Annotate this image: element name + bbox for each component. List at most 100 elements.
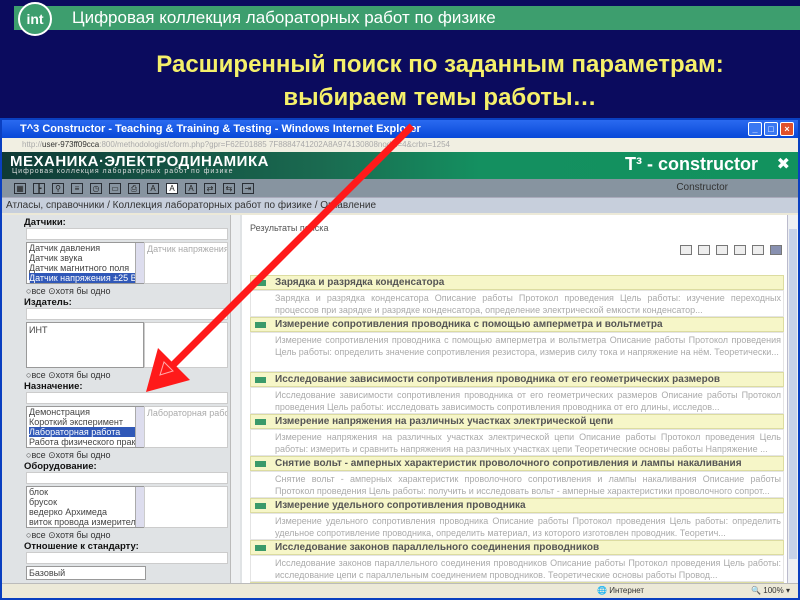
- sensors-list[interactable]: Датчик давления Датчик звука Датчик магнит…: [26, 242, 146, 284]
- list-item[interactable]: Демонстрация: [29, 407, 145, 417]
- radio-all[interactable]: все: [31, 286, 45, 296]
- equipment-match-radio[interactable]: ○все ⊙хотя бы одно: [26, 530, 111, 540]
- result-title[interactable]: Измерение удельного сопротивления провод…: [250, 498, 784, 513]
- result-title-text[interactable]: Исследование зависимости сопротивления п…: [275, 374, 720, 385]
- result-description: Измерение сопротивления проводника с пом…: [250, 332, 784, 372]
- scrollbar-thumb[interactable]: [789, 229, 797, 559]
- radio-any[interactable]: хотя бы одно: [56, 450, 111, 460]
- right-scrollbar[interactable]: [787, 215, 798, 583]
- list-view-icon[interactable]: [716, 245, 728, 255]
- list-item-selected[interactable]: Лабораторная работа: [29, 427, 145, 437]
- address-bar[interactable]: http://user-973ff09cca:800/methodologist…: [2, 138, 798, 152]
- equipment-label: Оборудование:: [24, 461, 97, 472]
- publisher-list[interactable]: ИНТ: [26, 322, 144, 368]
- list-item[interactable]: ведерко Архимеда: [29, 507, 145, 517]
- list-icon[interactable]: ≡: [71, 182, 83, 194]
- result-description: Исследование законов параллельного соеди…: [250, 555, 784, 582]
- clock-icon[interactable]: ◷: [90, 182, 102, 194]
- standard-input[interactable]: [26, 552, 228, 564]
- list-item[interactable]: виток провода измерительный: [29, 517, 145, 527]
- zoom-control[interactable]: 🔍 100% ▾: [751, 586, 790, 595]
- result-title[interactable]: Исследование законов параллельного соеди…: [250, 540, 784, 555]
- window-titlebar: T^3 Constructor - Teaching & Training & …: [2, 120, 798, 138]
- result-title[interactable]: Измерение напряжения на различных участк…: [250, 414, 784, 429]
- list-item[interactable]: Датчик звука: [29, 253, 145, 263]
- list-item[interactable]: Базовый: [29, 567, 145, 579]
- publisher-input[interactable]: [26, 308, 228, 320]
- standard-list[interactable]: Базовый: [26, 566, 146, 580]
- results-header: Результаты поиска: [250, 223, 329, 233]
- result-title-text[interactable]: Измерение напряжения на различных участк…: [275, 416, 613, 427]
- purpose-selected-list[interactable]: Лабораторная работа: [144, 406, 228, 448]
- result-title[interactable]: Снятие вольт - амперных характеристик пр…: [250, 456, 784, 471]
- search-icon[interactable]: ⚲: [52, 182, 64, 194]
- radio-all[interactable]: все: [31, 450, 45, 460]
- list-item[interactable]: Датчик магнитного поля: [29, 263, 145, 273]
- result-description: Измерение удельного сопротивления провод…: [250, 513, 784, 540]
- popup-view-icon[interactable]: [698, 245, 710, 255]
- publisher-selected-list[interactable]: [144, 322, 228, 368]
- result-title[interactable]: Зарядка и разрядка конденсатора: [250, 275, 784, 290]
- equipment-input[interactable]: [26, 472, 228, 484]
- list-item[interactable]: брусок: [29, 497, 145, 507]
- minimize-button[interactable]: _: [748, 122, 762, 136]
- exit-icon[interactable]: ⇥: [242, 182, 254, 194]
- radio-any[interactable]: хотя бы одно: [56, 286, 111, 296]
- sync-icon[interactable]: ⇄: [204, 182, 216, 194]
- left-scrollbar[interactable]: [230, 215, 240, 583]
- print-icon[interactable]: ⎙: [128, 182, 140, 194]
- zoom-level: 100%: [763, 586, 784, 595]
- font-large-icon[interactable]: A: [185, 182, 197, 194]
- toolbar-label: Constructor: [676, 182, 728, 193]
- purpose-list[interactable]: Демонстрация Короткий эксперимент Лаборато…: [26, 406, 146, 448]
- window-view-icon[interactable]: [680, 245, 692, 255]
- radio-all[interactable]: все: [31, 370, 45, 380]
- standard-label: Отношение к стандарту:: [24, 541, 139, 552]
- full-view-icon[interactable]: [770, 245, 782, 255]
- toggle-icon[interactable]: ▭: [109, 182, 121, 194]
- close-button[interactable]: ×: [780, 122, 794, 136]
- result-title-text[interactable]: Исследование законов параллельного соеди…: [275, 542, 599, 553]
- font-medium-icon[interactable]: A: [166, 182, 178, 194]
- address-path: :800/methodologist/cform.php?gpr=F62E018…: [99, 140, 450, 149]
- result-title-text[interactable]: Измерение удельного сопротивления провод…: [275, 500, 526, 511]
- result-title[interactable]: Измерение сопротивления проводника с пом…: [250, 317, 784, 332]
- sensors-input[interactable]: [26, 228, 228, 240]
- table-view-icon[interactable]: [752, 245, 764, 255]
- sensors-match-radio[interactable]: ○все ⊙хотя бы одно: [26, 286, 111, 296]
- tools-icon[interactable]: ✖: [777, 154, 790, 174]
- tree-icon[interactable]: ┣: [33, 182, 45, 194]
- radio-all[interactable]: все: [31, 530, 45, 540]
- list-item[interactable]: Короткий эксперимент: [29, 417, 145, 427]
- equipment-selected-list[interactable]: [144, 486, 228, 528]
- purpose-match-radio[interactable]: ○все ⊙хотя бы одно: [26, 450, 111, 460]
- list-item-selected[interactable]: Датчик напряжения ±25 В: [29, 273, 145, 283]
- list-item[interactable]: блок: [29, 487, 145, 497]
- publisher-match-radio[interactable]: ○все ⊙хотя бы одно: [26, 370, 111, 380]
- radio-any[interactable]: хотя бы одно: [56, 530, 111, 540]
- sensors-selected-list[interactable]: Датчик напряжения ±25 В: [144, 242, 228, 284]
- grid-icon[interactable]: ▦: [14, 182, 26, 194]
- brand-logo: T³ - constructor: [625, 154, 758, 174]
- font-small-icon[interactable]: A: [147, 182, 159, 194]
- result-title-text[interactable]: Зарядка и разрядка конденсатора: [275, 277, 444, 288]
- purpose-input[interactable]: [26, 392, 228, 404]
- swap-icon[interactable]: ⇆: [223, 182, 235, 194]
- equipment-list[interactable]: блок брусок ведерко Архимеда виток провода …: [26, 486, 146, 528]
- radio-any[interactable]: хотя бы одно: [56, 370, 111, 380]
- result-title-text[interactable]: Снятие вольт - амперных характеристик пр…: [275, 458, 742, 469]
- list-item[interactable]: Работа физического практикума: [29, 437, 145, 447]
- columns-view-icon[interactable]: [734, 245, 746, 255]
- document-icon: [255, 280, 266, 286]
- breadcrumb[interactable]: Атласы, справочники / Коллекция лаборато…: [2, 197, 798, 213]
- address-host: user-973ff09cca: [42, 140, 100, 149]
- site-banner: МЕХАНИКА·ЭЛЕКТРОДИНАМИКА Цифровая коллек…: [2, 152, 798, 179]
- document-icon: [255, 461, 266, 467]
- browser-window: T^3 Constructor - Teaching & Training & …: [0, 118, 800, 600]
- maximize-button[interactable]: □: [764, 122, 778, 136]
- result-title-text[interactable]: Измерение сопротивления проводника с пом…: [275, 319, 663, 330]
- result-title[interactable]: Исследование зависимости сопротивления п…: [250, 372, 784, 387]
- list-item[interactable]: Датчик давления: [29, 243, 145, 253]
- toolbar: ▦ ┣ ⚲ ≡ ◷ ▭ ⎙ A A A ⇄ ⇆ ⇥ Constructor: [2, 179, 798, 197]
- list-item[interactable]: ИНТ: [29, 323, 143, 335]
